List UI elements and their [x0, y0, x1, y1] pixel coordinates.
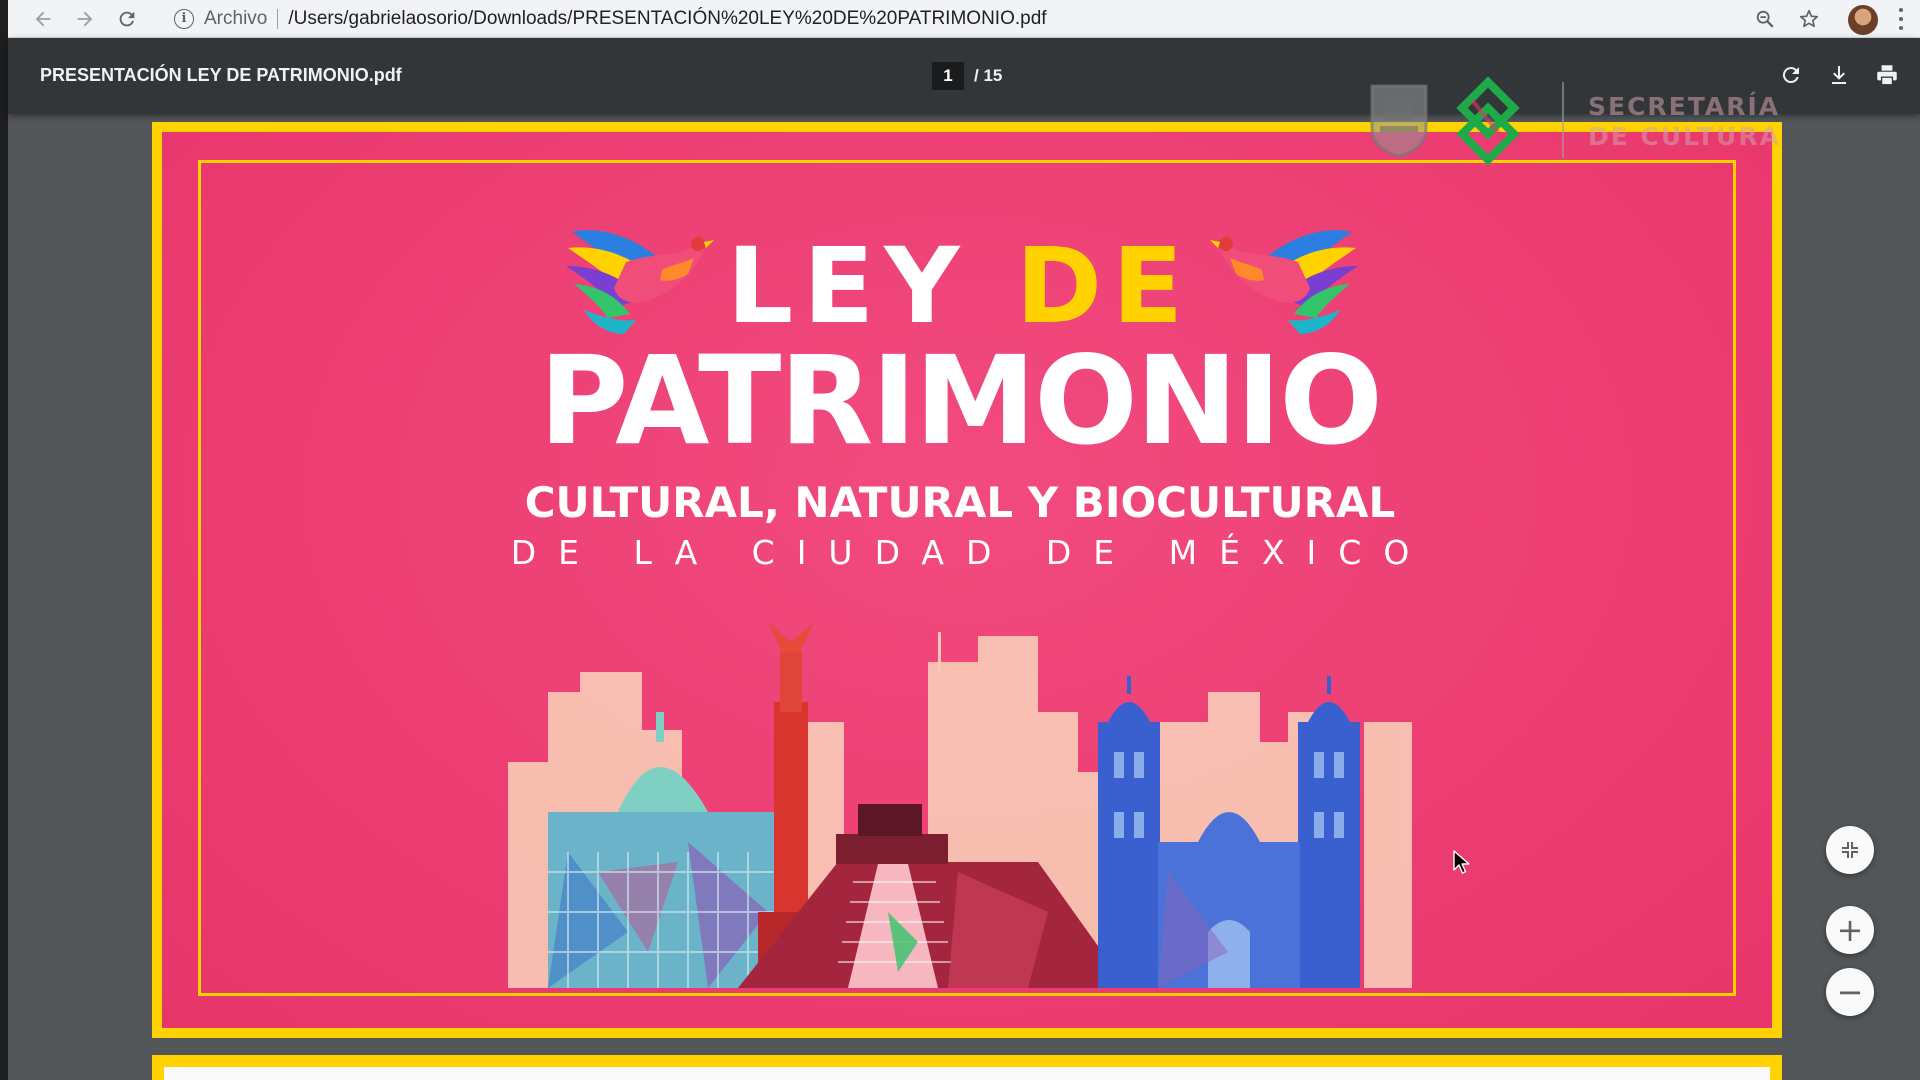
rotate-icon — [1782, 67, 1799, 84]
zoom-icon — [1756, 10, 1774, 28]
reload-icon — [119, 11, 135, 27]
cdmx-coat-of-arms-logo — [1370, 84, 1428, 158]
back-button[interactable] — [28, 4, 58, 34]
pdf-file-name: PRESENTACIÓN LEY DE PATRIMONIO.pdf — [40, 65, 402, 85]
next-page-content — [164, 1067, 1770, 1080]
download-button[interactable] — [1822, 58, 1856, 92]
arrow-forward-icon — [77, 11, 93, 27]
logo-divider — [1562, 82, 1564, 158]
address-bar[interactable]: i Archivo /Users/gabrielaosorio/Download… — [158, 3, 1748, 35]
poster-subtitle-line1: CULTURAL, NATURAL Y BIOCULTURAL — [524, 478, 1396, 527]
print-button[interactable] — [1870, 58, 1904, 92]
scheme-label: Archivo — [204, 8, 268, 29]
profile-avatar[interactable] — [1848, 5, 1878, 35]
forward-button[interactable] — [70, 4, 100, 34]
kebab-menu-icon[interactable] — [1896, 6, 1906, 32]
star-icon — [1799, 9, 1819, 28]
poster-title-line1: LEY DE — [0, 225, 1920, 347]
arrow-back-icon — [35, 11, 51, 27]
download-icon — [1832, 66, 1846, 84]
title-word-de: DE — [1015, 225, 1194, 347]
logo-text-line2: DE CULTURA — [1588, 122, 1781, 151]
zoom-in-button[interactable]: + — [1826, 906, 1874, 954]
poster-subtitle-line2: DE LA CIUDAD DE MÉXICO — [510, 533, 1432, 572]
bookmark-button[interactable] — [1794, 4, 1824, 34]
secretaria-logo-text: SECRETARÍA DE CULTURA — [1588, 92, 1781, 152]
cdmx-skyline-illustration — [508, 622, 1412, 988]
title-word-ley: LEY — [726, 225, 970, 347]
rotate-button[interactable] — [1774, 58, 1808, 92]
logo-text-line1: SECRETARÍA — [1588, 92, 1781, 121]
poster-title-line2: PATRIMONIO — [538, 330, 1383, 472]
page-total: / 15 — [974, 66, 1003, 85]
fit-to-page-button[interactable] — [1826, 826, 1874, 874]
zoom-out-button[interactable]: − — [1826, 968, 1874, 1016]
pdf-next-page — [152, 1055, 1782, 1080]
print-icon — [1877, 65, 1897, 86]
screen: i Archivo /Users/gabrielaosorio/Download… — [0, 0, 1920, 1080]
mouse-cursor-icon — [1453, 850, 1470, 874]
reload-button[interactable] — [112, 4, 142, 34]
url-text[interactable]: /Users/gabrielaosorio/Downloads/PRESENTA… — [288, 8, 1046, 30]
address-separator — [277, 9, 279, 29]
cdmx-knot-logo — [1456, 76, 1520, 166]
browser-toolbar: i Archivo /Users/gabrielaosorio/Download… — [8, 0, 1920, 38]
page-number-input[interactable]: 1 — [932, 62, 964, 90]
fit-to-page-icon — [1842, 842, 1858, 858]
zoom-indicator-button[interactable] — [1750, 4, 1780, 34]
info-icon[interactable]: i — [174, 9, 194, 29]
